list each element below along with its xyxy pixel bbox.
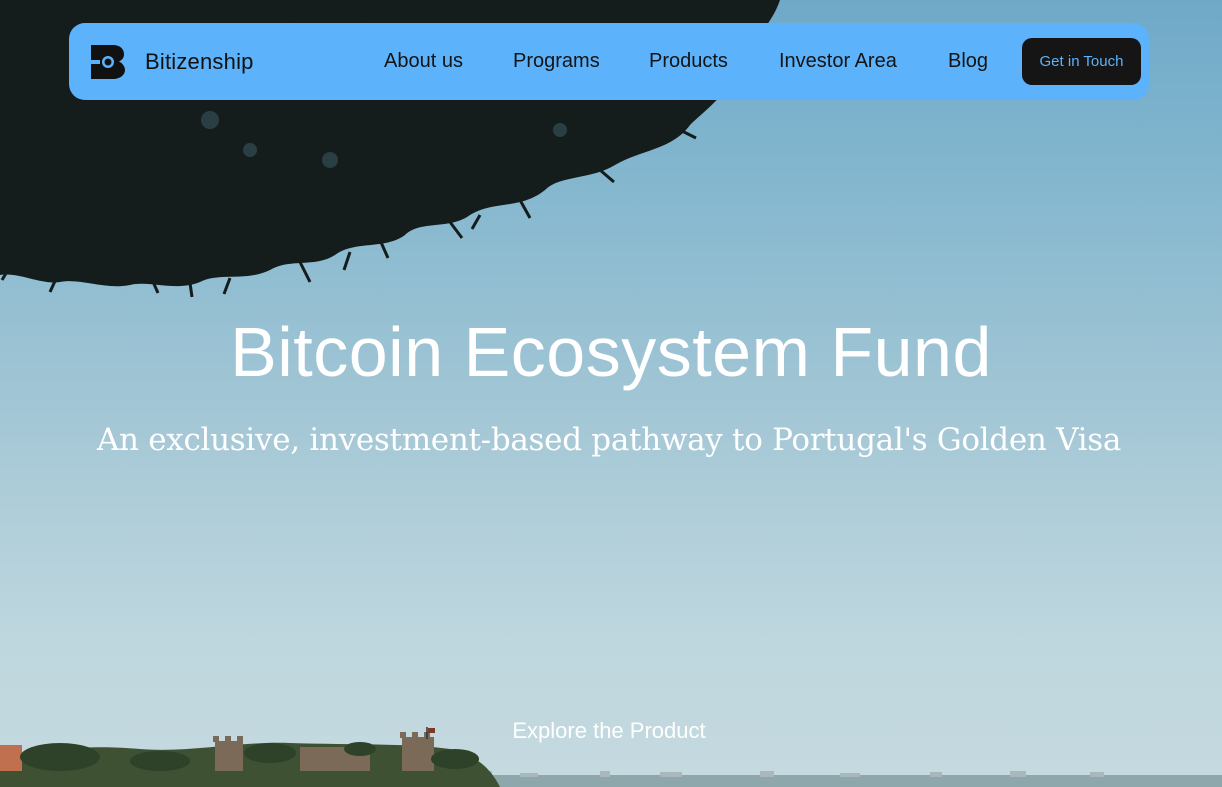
top-navbar: Bitizenship About us Programs Products I… (69, 23, 1149, 100)
nav-investor-area-link[interactable]: Investor Area (779, 23, 897, 100)
get-in-touch-button[interactable]: Get in Touch (1022, 38, 1141, 85)
nav-about-us-link[interactable]: About us (384, 23, 463, 100)
nav-programs-link[interactable]: Programs (513, 23, 600, 100)
hero-section: Bitizenship About us Programs Products I… (0, 0, 1222, 787)
nav-products-link[interactable]: Products (649, 23, 728, 100)
bitizenship-logo-icon (91, 44, 125, 79)
hero-subtitle: An exclusive, investment-based pathway t… (96, 422, 1122, 458)
explore-product-link[interactable]: Explore the Product (0, 718, 1218, 744)
brand-name: Bitizenship (145, 48, 254, 74)
nav-blog-link[interactable]: Blog (948, 23, 988, 100)
brand-link[interactable]: Bitizenship (91, 23, 254, 100)
hero-title: Bitcoin Ecosystem Fund (230, 313, 992, 391)
